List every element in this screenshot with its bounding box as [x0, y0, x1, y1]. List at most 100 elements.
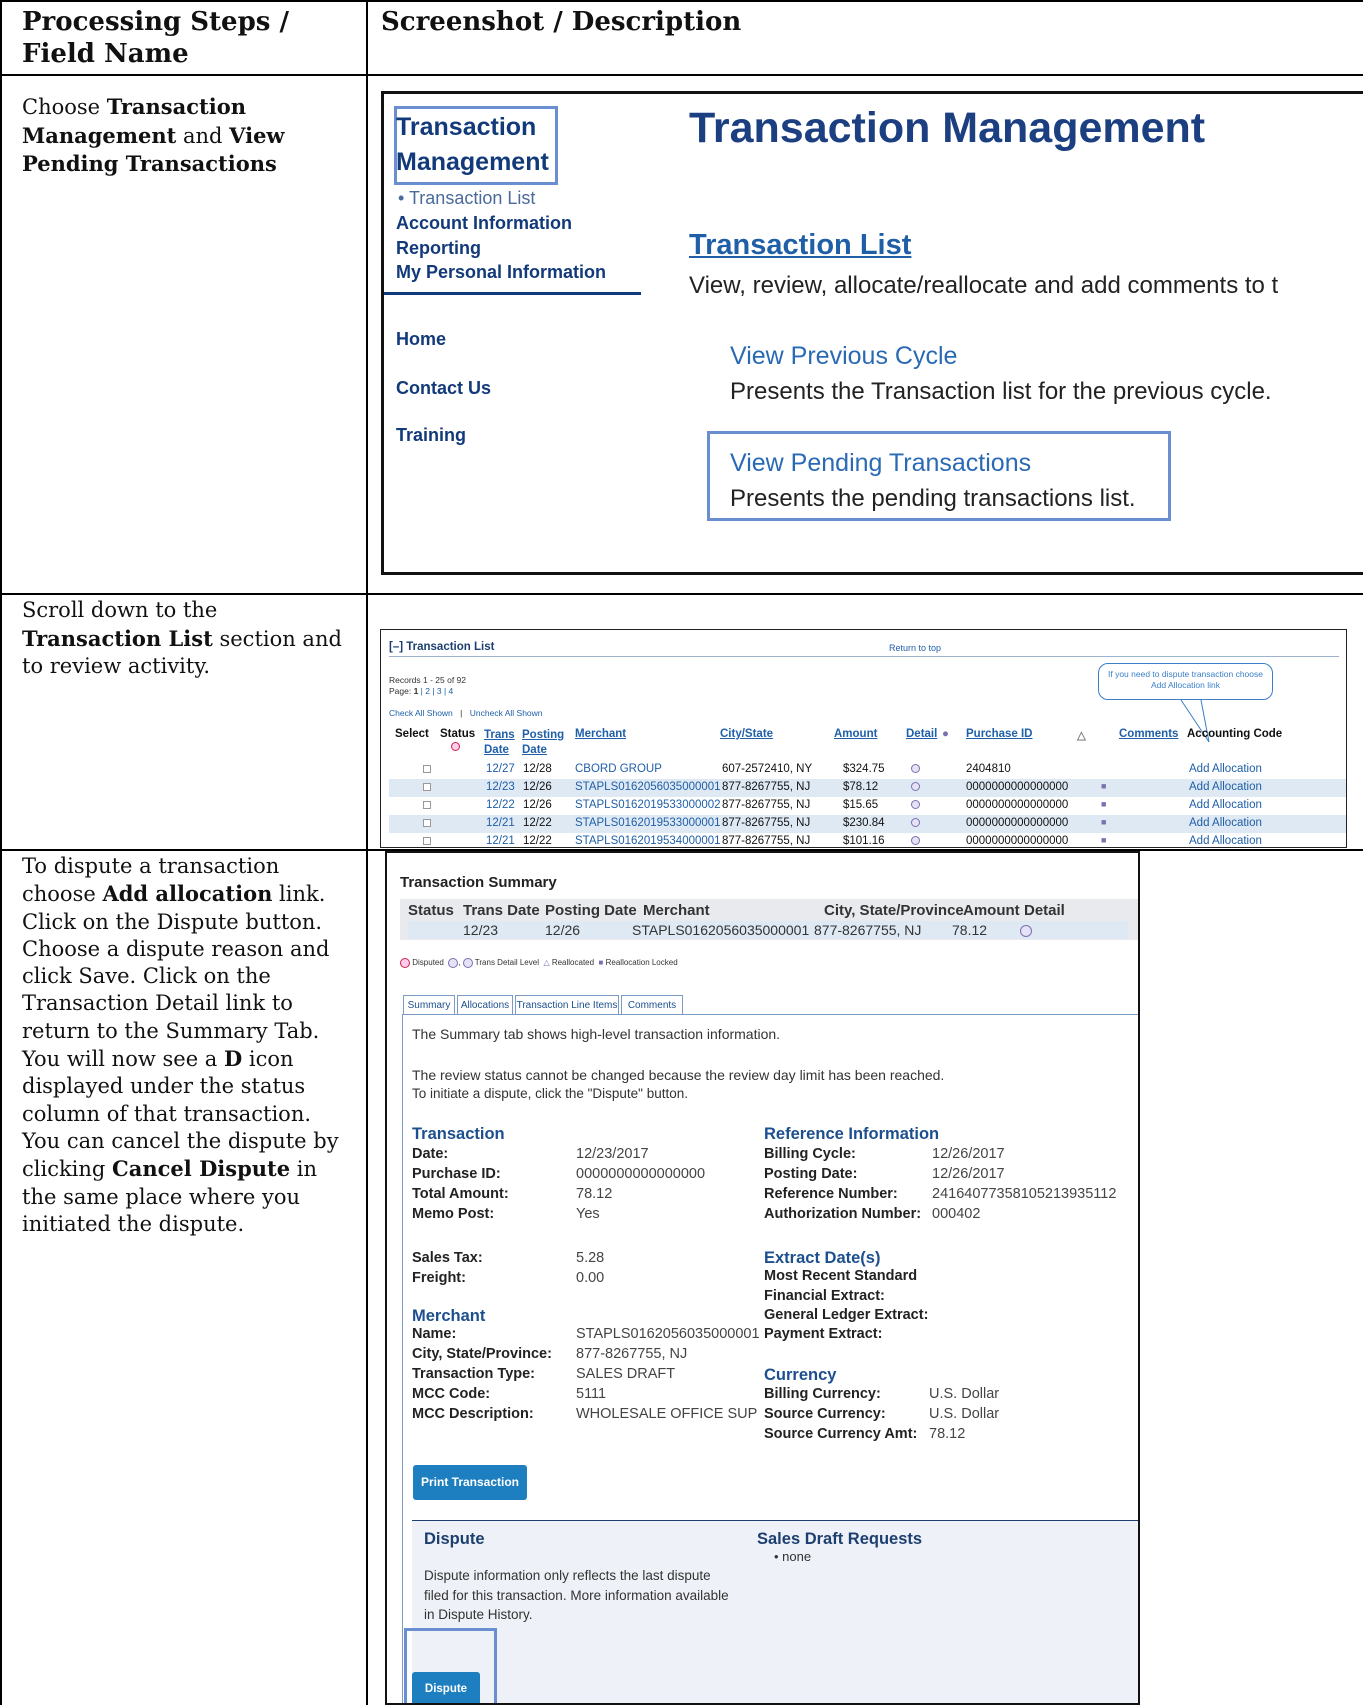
billing-cycle-label: Billing Cycle:	[764, 1146, 856, 1162]
uncheck-all-link[interactable]: Uncheck All Shown	[470, 708, 543, 718]
col-posting-date[interactable]: Posting Date	[522, 728, 564, 758]
merchant-city-label: City, State/Province:	[412, 1346, 552, 1362]
source-currency-label: Source Currency:	[764, 1406, 886, 1422]
tab-summary[interactable]: Summary	[403, 995, 455, 1015]
step1-text: Choose Transaction Management and View P…	[22, 94, 285, 176]
nav-transaction-list[interactable]: • Transaction List	[398, 188, 535, 209]
pager-links[interactable]: | 2 | 3 | 4	[418, 686, 454, 696]
row-city-state: 607-2572410, NY	[722, 763, 813, 775]
source-currency-value: U.S. Dollar	[929, 1406, 1000, 1422]
row-posting-date: 12/22	[523, 835, 552, 847]
row-city-state: 877-8267755, NJ	[722, 781, 811, 793]
nav-contact-us[interactable]: Contact Us	[396, 378, 491, 399]
row-detail-icon[interactable]	[911, 799, 920, 811]
row-detail-icon[interactable]	[911, 763, 920, 775]
col-merchant[interactable]: Merchant	[575, 728, 626, 740]
nav-home[interactable]: Home	[396, 329, 446, 350]
row-accounting-action[interactable]: Add Allocation	[1189, 781, 1262, 793]
row-merchant[interactable]: STAPLS0162056035000001	[575, 781, 721, 793]
reference-heading: Reference Information	[764, 1125, 940, 1143]
row-merchant[interactable]: STAPLS0162019534000001	[575, 835, 721, 847]
row-purchase-id: 0000000000000000	[966, 817, 1069, 829]
dispute-info: Dispute information only reflects the la…	[424, 1568, 729, 1622]
check-controls: Check All Shown | Uncheck All Shown	[389, 708, 543, 718]
extract-payment-label: Payment Extract:	[764, 1326, 883, 1342]
screenshot-transaction-list: [–] Transaction List Return to top Recor…	[380, 629, 1347, 848]
dispute-heading: Dispute	[424, 1530, 485, 1548]
return-to-top-link[interactable]: Return to top	[889, 643, 941, 653]
purchase-id-value: 0000000000000000	[576, 1166, 706, 1182]
pager: Page: 1 | 2 | 3 | 4	[389, 686, 454, 696]
header-col1: Processing Steps / Field Name	[22, 7, 289, 69]
col-purchase-id[interactable]: Purchase ID	[966, 728, 1032, 740]
callout-bubble: If you need to dispute transaction choos…	[1098, 663, 1273, 700]
row-accounting-action[interactable]: Add Allocation	[1189, 799, 1262, 811]
row-posting-date: 12/26	[523, 781, 552, 793]
row-trans-date: 12/21	[486, 817, 515, 829]
nav-training[interactable]: Training	[396, 425, 466, 446]
total-amount-value: 78.12	[576, 1186, 613, 1202]
view-pending-transactions-link[interactable]: View Pending Transactions	[730, 449, 1031, 478]
row-accounting-action[interactable]: Add Allocation	[1189, 763, 1262, 775]
transaction-type-label: Transaction Type:	[412, 1366, 536, 1382]
reallocated-legend-icon: △	[543, 958, 550, 968]
view-previous-cycle-link[interactable]: View Previous Cycle	[730, 342, 957, 371]
col-city-state[interactable]: City/State	[720, 728, 773, 740]
print-transaction-button[interactable]: Print Transaction	[413, 1465, 527, 1500]
reference-number-value: 24164077358105213935112	[932, 1186, 1117, 1202]
row-detail-icon[interactable]	[911, 835, 920, 847]
check-all-link[interactable]: Check All Shown	[389, 708, 453, 718]
table-header: Select Status Trans Date Posting Date Merc…	[389, 726, 1346, 756]
row-detail-icon[interactable]	[911, 781, 920, 793]
row-amount: $324.75	[843, 763, 885, 775]
nav-my-personal-information[interactable]: My Personal Information	[396, 262, 606, 283]
row-lock-icon: ■	[1101, 799, 1107, 809]
view-previous-cycle-desc: Presents the Transaction list for the pr…	[730, 378, 1272, 405]
screenshot-transaction-management: Transaction Management • Transaction List…	[381, 91, 1363, 575]
transaction-list-link[interactable]: Transaction List	[689, 229, 911, 262]
row-merchant[interactable]: CBORD GROUP	[575, 763, 662, 775]
dispute-button[interactable]: Dispute	[412, 1672, 480, 1703]
row-city-state: 877-8267755, NJ	[722, 835, 811, 847]
nav-account-information[interactable]: Account Information	[396, 213, 572, 234]
col-comments[interactable]: Comments	[1119, 728, 1178, 740]
row-purchase-id: 0000000000000000	[966, 835, 1069, 847]
nav-transaction-management[interactable]: Transaction Management	[396, 110, 549, 180]
authorization-number-label: Authorization Number:	[764, 1206, 922, 1222]
freight-label: Freight:	[412, 1270, 466, 1286]
row-lock-icon: ■	[1101, 781, 1107, 791]
col-amount[interactable]: Amount	[834, 728, 877, 740]
col-trans-date[interactable]: Trans Date	[484, 728, 515, 758]
row-merchant[interactable]: STAPLS0162019533000001	[575, 817, 721, 829]
row-lock-icon: ■	[1101, 817, 1107, 827]
row-trans-date: 12/27	[486, 763, 515, 775]
col-select: Select	[395, 728, 429, 740]
extract-heading: Extract Date(s)	[764, 1249, 881, 1267]
icon-legend: Disputed , Trans Detail Level △ Realloca…	[400, 958, 678, 968]
mcc-code-label: MCC Code:	[412, 1386, 491, 1402]
col-detail[interactable]: Detail	[906, 728, 937, 740]
row-accounting-action[interactable]: Add Allocation	[1189, 817, 1262, 829]
detail-level-icon: ●	[942, 728, 949, 740]
row-posting-date: 12/22	[523, 817, 552, 829]
table-border-divider	[366, 0, 368, 1705]
row-accounting-action[interactable]: Add Allocation	[1189, 835, 1262, 847]
header-col2: Screenshot / Description	[381, 7, 742, 37]
table-row: 12/21 12/22 STAPLS0162019534000001 877-8267…	[389, 833, 1346, 847]
tab-transaction-line-items[interactable]: Transaction Line Items	[515, 995, 619, 1015]
row-merchant[interactable]: STAPLS0162019533000002	[575, 799, 721, 811]
merchant-city-value: 877-8267755, NJ	[576, 1346, 688, 1362]
nav-reporting[interactable]: Reporting	[396, 238, 481, 259]
billing-currency-value: U.S. Dollar	[929, 1386, 1000, 1402]
tab-comments[interactable]: Comments	[621, 995, 683, 1015]
transaction-list-desc: View, review, allocate/reallocate and ad…	[689, 272, 1279, 299]
view-pending-transactions-desc: Presents the pending transactions list.	[730, 485, 1136, 512]
detail-icon[interactable]	[1020, 922, 1032, 938]
lock-icon: ■	[598, 958, 604, 968]
table-border-left	[0, 0, 2, 1705]
step2-text: Scroll down to the Transaction List sect…	[22, 598, 342, 678]
section-rule	[389, 656, 1339, 657]
section-title[interactable]: [–] Transaction List	[389, 641, 889, 653]
tab-allocations[interactable]: Allocations	[457, 995, 513, 1015]
row-detail-icon[interactable]	[911, 817, 920, 829]
